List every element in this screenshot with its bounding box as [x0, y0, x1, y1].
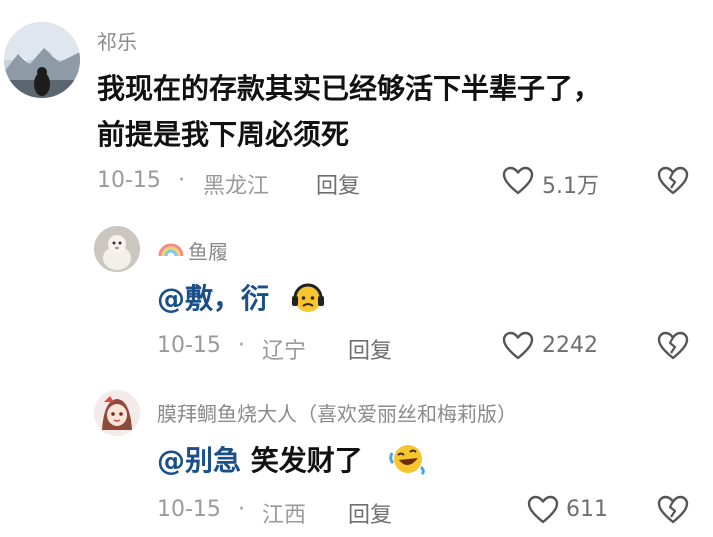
- rainbow-icon: [157, 236, 185, 258]
- laugh-cry-emoji: [388, 441, 426, 477]
- comment-date: 10-15: [97, 168, 161, 193]
- snow-mountain-icon: [4, 22, 80, 98]
- dislike-broken-heart-icon[interactable]: [657, 331, 689, 361]
- headphone-face-emoji: [290, 280, 326, 316]
- comment-username[interactable]: 祁乐: [97, 26, 137, 55]
- reply-button[interactable]: 回复: [348, 497, 392, 529]
- reply-button[interactable]: 回复: [348, 333, 392, 365]
- mention-link[interactable]: @敷，衍: [157, 282, 269, 315]
- like-heart-icon[interactable]: [502, 331, 534, 361]
- comment-username[interactable]: 膜拜鲷鱼烧大人（喜欢爱丽丝和梅莉版）: [157, 398, 517, 427]
- like-heart-icon[interactable]: [527, 495, 559, 525]
- dislike-broken-heart-icon[interactable]: [657, 166, 689, 196]
- avatar[interactable]: [94, 390, 140, 436]
- comment-body: 笑发财了: [250, 444, 363, 477]
- reply-button[interactable]: 回复: [316, 168, 360, 200]
- avatar[interactable]: [94, 226, 140, 272]
- comment-text-line2: 前提是我下周必须死: [97, 118, 350, 151]
- meta-dot: ·: [178, 168, 185, 193]
- comment-location: 辽宁: [262, 339, 307, 364]
- comment-text: @别急 笑发财了: [157, 438, 363, 484]
- like-count: 2242: [542, 333, 598, 358]
- comment-text-line1: 我现在的存款其实已经够活下半辈子了，: [97, 72, 602, 105]
- comment-location: 黑龙江: [203, 174, 270, 199]
- dislike-broken-heart-icon[interactable]: [657, 495, 689, 525]
- comment-text: @敷，衍: [157, 276, 269, 322]
- like-count: 5.1万: [542, 174, 599, 199]
- comment-date: 10-15: [157, 333, 221, 358]
- mention-link[interactable]: @别急: [157, 444, 241, 477]
- anime-girl-avatar-icon: [94, 390, 140, 436]
- pet-avatar-icon: [94, 226, 140, 272]
- comment-username[interactable]: 鱼履: [188, 236, 228, 265]
- like-count: 611: [566, 497, 608, 522]
- comment-location: 江西: [262, 503, 307, 528]
- like-heart-icon[interactable]: [502, 166, 534, 196]
- meta-dot: ·: [238, 497, 245, 522]
- comment-date: 10-15: [157, 497, 221, 522]
- avatar[interactable]: [4, 22, 80, 98]
- meta-dot: ·: [238, 333, 245, 358]
